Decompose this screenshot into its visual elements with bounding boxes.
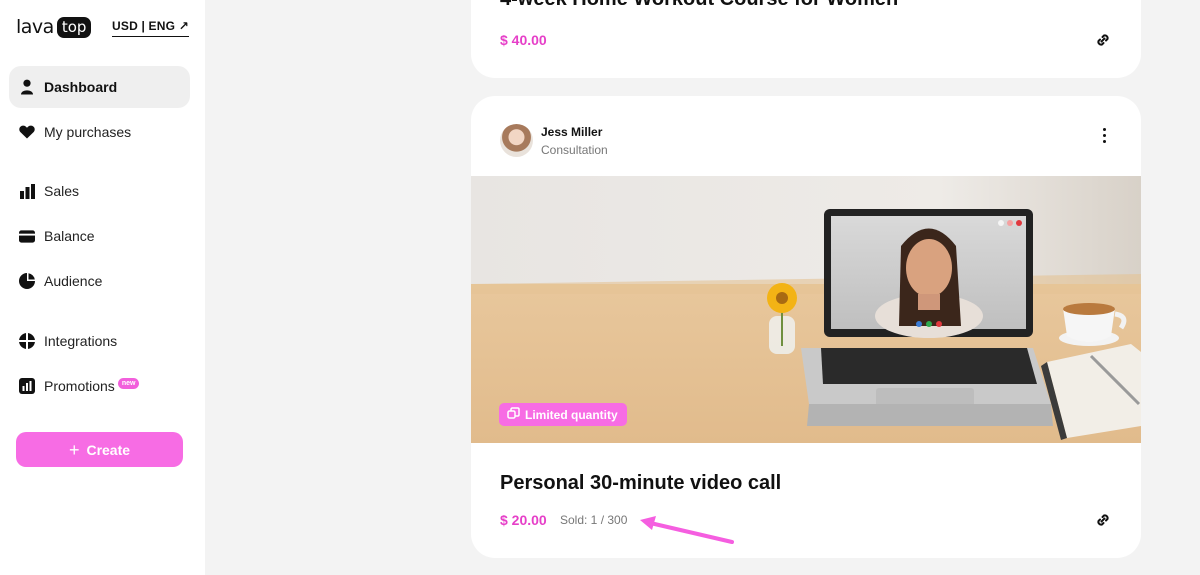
sidebar: lava top USD | ENG ↗ Dashboard My purcha… — [0, 0, 205, 575]
nav-item-sales[interactable]: Sales — [9, 170, 190, 212]
product-title[interactable]: 4-week Home Workout Course for Women — [500, 0, 898, 11]
create-button-label: Create — [86, 441, 131, 458]
nav-item-integrations[interactable]: Integrations — [9, 320, 190, 362]
annotation-arrow — [640, 516, 734, 544]
bar-chart-icon — [19, 183, 35, 199]
product-title[interactable]: Personal 30-minute video call — [500, 472, 781, 495]
brand-name: lava — [16, 16, 54, 38]
nav-label-promotions: Promotions — [44, 378, 115, 394]
integrations-icon — [19, 333, 35, 349]
product-price: $ 40.00 — [500, 32, 547, 48]
pie-chart-icon — [19, 273, 35, 289]
currency-language-switcher[interactable]: USD | ENG ↗ — [112, 19, 189, 37]
nav-item-promotions[interactable]: Promotions new — [9, 365, 190, 407]
copy-stack-icon — [507, 407, 520, 422]
nav-item-my-purchases[interactable]: My purchases — [9, 111, 190, 153]
author-avatar[interactable] — [500, 124, 533, 157]
nav-label-dashboard: Dashboard — [44, 79, 118, 95]
brand-logo[interactable]: lava top — [16, 16, 92, 38]
nav-label-integrations: Integrations — [44, 333, 118, 349]
author-name[interactable]: Jess Miller — [541, 125, 602, 139]
copy-link-icon[interactable] — [1094, 31, 1112, 49]
nav-label-my-purchases: My purchases — [44, 124, 132, 140]
product-card: 4-week Home Workout Course for Women $ 4… — [471, 0, 1141, 78]
nav-item-dashboard[interactable]: Dashboard — [9, 66, 190, 108]
plus-icon: + — [68, 439, 80, 460]
heart-icon — [19, 124, 35, 140]
product-image[interactable]: Limited quantity — [471, 176, 1141, 443]
limited-quantity-badge: Limited quantity — [499, 403, 627, 426]
product-type: Consultation — [541, 143, 608, 157]
nav-item-balance[interactable]: Balance — [9, 215, 190, 257]
promotions-icon — [19, 378, 35, 394]
nav-label-audience: Audience — [44, 273, 103, 289]
sold-counter: Sold: 1 / 300 — [560, 513, 628, 527]
product-price: $ 20.00 — [500, 512, 547, 528]
copy-link-icon[interactable] — [1094, 511, 1112, 529]
new-badge: new — [117, 377, 140, 389]
user-icon — [19, 79, 35, 95]
brand-suffix: top — [56, 16, 92, 38]
wallet-icon — [19, 228, 35, 244]
create-button[interactable]: + Create — [16, 432, 183, 467]
nav-label-sales: Sales — [44, 183, 80, 199]
nav-label-balance: Balance — [44, 228, 95, 244]
limited-quantity-label: Limited quantity — [525, 407, 618, 422]
more-options-icon[interactable] — [1095, 126, 1113, 144]
nav-item-audience[interactable]: Audience — [9, 260, 190, 302]
product-card: Jess Miller Consultation Limited quantit… — [471, 96, 1141, 558]
